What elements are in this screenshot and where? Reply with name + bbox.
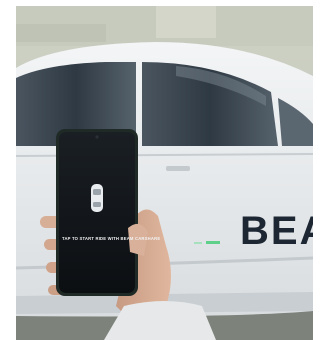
phone-screen-text: TAP TO START RIDE WITH BEAM CARSHARE <box>62 236 161 241</box>
photo-frame: TAP TO START RIDE WITH BEAM CARSHARE BEA <box>16 6 313 340</box>
phone-screen <box>59 132 135 293</box>
car-branding-text: BEA <box>240 209 313 253</box>
car-top-view-icon <box>91 184 103 212</box>
photo-scene <box>16 6 313 340</box>
front-camera <box>95 135 99 139</box>
phone <box>56 129 138 296</box>
